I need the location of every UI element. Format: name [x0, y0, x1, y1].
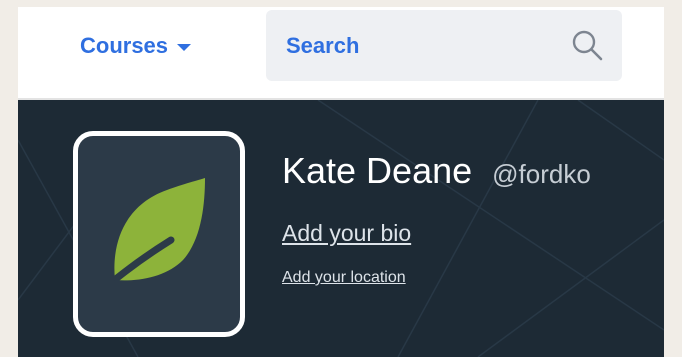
page-frame: Courses Search Kate Deane @fordko Add yo…: [18, 7, 664, 357]
courses-label: Courses: [80, 33, 169, 58]
search-box: [266, 10, 622, 81]
search-icon[interactable]: [570, 28, 604, 62]
profile-handle: @fordko: [492, 159, 591, 189]
caret-down-icon: [177, 44, 192, 51]
search-input[interactable]: [284, 31, 558, 60]
leaf-icon: [113, 178, 205, 282]
profile-name-line: Kate Deane @fordko: [282, 150, 591, 192]
profile-name: Kate Deane: [282, 150, 473, 191]
top-nav: Courses: [18, 7, 664, 98]
courses-dropdown[interactable]: Courses: [80, 31, 192, 61]
add-bio-link[interactable]: Add your bio: [282, 220, 411, 247]
profile-banner: Kate Deane @fordko Add your bio Add your…: [18, 100, 664, 357]
avatar[interactable]: [73, 131, 245, 337]
add-location-link[interactable]: Add your location: [282, 269, 406, 287]
